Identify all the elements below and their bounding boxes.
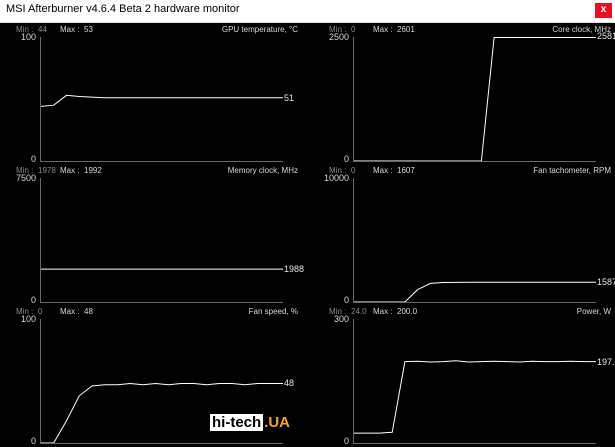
plot-area	[353, 178, 596, 303]
panel-header: Min : 0 Max : 1607 Fan tachometer, RPM	[313, 164, 615, 178]
min-value: 44	[38, 25, 47, 34]
axis-min-label: 0	[343, 436, 349, 446]
current-value: 1988	[284, 264, 305, 275]
max-value: 2601	[397, 25, 415, 34]
graph-line	[354, 37, 596, 161]
axis-max-label: 2500	[328, 32, 349, 42]
axis-max-label: 10000	[323, 173, 349, 183]
current-value: 197.0	[597, 356, 615, 367]
panel-fan-tachometer: Min : 0 Max : 1607 Fan tachometer, RPM 1…	[313, 164, 615, 305]
plot-area	[40, 178, 283, 303]
panel-power: Min : 24.0 Max : 200.0 Power, W 300 0 19…	[313, 305, 615, 446]
watermark-suffix: .UA	[264, 414, 291, 431]
axis-max-label: 7500	[15, 173, 36, 183]
axis-min-label: 0	[30, 436, 36, 446]
graph-area[interactable]: Min : 44 Max : 53 GPU temperature, °C 10…	[0, 23, 615, 447]
panel-memory-clock: Min : 1978 Max : 1992 Memory clock, MHz …	[0, 164, 304, 305]
panel-header: Min : 0 Max : 2601 Core clock, MHz	[313, 23, 615, 37]
max-label: Max :	[60, 25, 80, 34]
min-value: 0	[351, 25, 356, 34]
max-value: 1992	[84, 166, 102, 175]
watermark-logo: hi-tech .UA	[210, 414, 290, 434]
current-value: 1587	[597, 277, 615, 288]
graph-title: GPU temperature, °C	[221, 25, 298, 34]
min-value: 24.0	[351, 307, 367, 316]
panel-header: Min : 1978 Max : 1992 Memory clock, MHz	[0, 164, 302, 178]
current-value: 2581	[597, 31, 615, 41]
max-value: 200.0	[397, 307, 418, 316]
current-value: 48	[284, 378, 295, 389]
min-value: 1978	[38, 166, 56, 175]
panel-gpu-temperature: Min : 44 Max : 53 GPU temperature, °C 10…	[0, 23, 302, 164]
panel-header: Min : 24.0 Max : 200.0 Power, W	[313, 305, 615, 319]
min-value: 0	[351, 166, 356, 175]
graph-line	[354, 360, 596, 434]
axis-min-label: 0	[343, 154, 349, 164]
max-label: Max :	[60, 307, 80, 316]
window-title: MSI Afterburner v4.6.4 Beta 2 hardware m…	[6, 3, 240, 15]
axis-max-label: 300	[333, 314, 349, 324]
max-value: 1607	[397, 166, 415, 175]
graph-title: Memory clock, MHz	[227, 166, 298, 175]
max-label: Max :	[60, 166, 80, 175]
close-button[interactable]: x	[595, 3, 612, 18]
panel-header: Min : 44 Max : 53 GPU temperature, °C	[0, 23, 302, 37]
axis-max-label: 100	[20, 32, 36, 42]
max-value: 53	[84, 25, 93, 34]
max-label: Max :	[373, 25, 393, 34]
title-bar: MSI Afterburner v4.6.4 Beta 2 hardware m…	[0, 0, 615, 23]
max-label: Max :	[373, 307, 393, 316]
graph-line	[354, 281, 596, 302]
plot-area	[40, 37, 283, 162]
max-value: 48	[84, 307, 93, 316]
graph-line	[41, 94, 283, 107]
panel-header: Min : 0 Max : 48 Fan speed, %	[0, 305, 302, 319]
plot-area	[353, 319, 596, 444]
axis-min-label: 0	[30, 154, 36, 164]
graph-title: Fan tachometer, RPM	[533, 166, 611, 175]
axis-min-label: 0	[30, 295, 36, 305]
watermark-brand: hi-tech	[210, 414, 264, 431]
max-label: Max :	[373, 166, 393, 175]
panel-core-clock: Min : 0 Max : 2601 Core clock, MHz 2500 …	[313, 23, 615, 164]
graph-title: Fan speed, %	[248, 307, 298, 316]
axis-max-label: 100	[20, 314, 36, 324]
graph-title: Power, W	[576, 307, 611, 316]
plot-area	[353, 37, 596, 162]
axis-min-label: 0	[343, 295, 349, 305]
min-value: 0	[38, 307, 43, 316]
current-value: 51	[284, 92, 295, 103]
